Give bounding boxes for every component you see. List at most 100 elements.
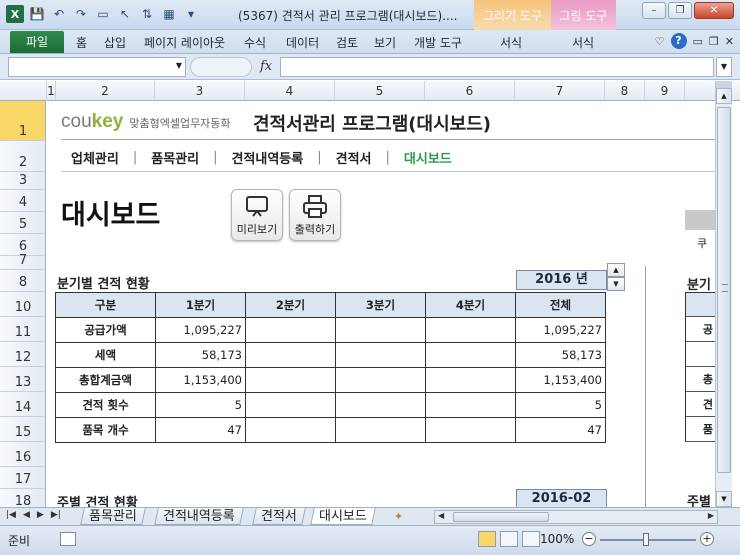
spin-up-icon[interactable]: ▲ xyxy=(607,263,625,277)
table-cell[interactable] xyxy=(245,342,336,368)
column-header-cell[interactable]: 8 xyxy=(605,81,645,101)
tab-formulas[interactable]: 수식 xyxy=(244,34,266,51)
sheet-tab-quote-entry[interactable]: 견적내역등록 xyxy=(154,508,244,525)
form-icon[interactable]: ▦ xyxy=(160,5,178,23)
select-all-corner[interactable] xyxy=(0,81,47,101)
zoom-in-icon[interactable]: + xyxy=(700,532,714,546)
table-cell[interactable]: 1,095,227 xyxy=(515,317,606,343)
table-cell[interactable]: 5 xyxy=(155,392,246,418)
tab-data[interactable]: 데이터 xyxy=(286,34,319,51)
column-header-cell[interactable]: 5 xyxy=(335,81,425,101)
page-break-view-button[interactable] xyxy=(522,531,540,547)
column-header-cell[interactable]: 6 xyxy=(425,81,515,101)
table-cell[interactable] xyxy=(245,417,336,443)
row-header-cell[interactable]: 18 xyxy=(0,489,45,507)
table-cell[interactable] xyxy=(335,317,426,343)
table-cell[interactable] xyxy=(425,342,516,368)
column-header-cell[interactable]: 4 xyxy=(245,81,335,101)
prev-sheet-icon[interactable]: ◀ xyxy=(23,510,30,520)
first-sheet-icon[interactable]: |◀ xyxy=(6,510,16,520)
row-header-cell[interactable]: 14 xyxy=(0,392,45,417)
table-cell[interactable]: 품목 개수 xyxy=(55,417,156,443)
sheet-tab-quote[interactable]: 견적서 xyxy=(252,508,306,525)
row-header-cell[interactable]: 7 xyxy=(0,253,45,270)
row-header-cell[interactable]: 3 xyxy=(0,172,45,190)
scroll-right-icon[interactable]: ▶ xyxy=(708,511,714,520)
name-box[interactable]: ▼ xyxy=(8,57,186,77)
nav-item-vendor[interactable]: 업체관리 xyxy=(71,148,119,167)
zoom-out-icon[interactable]: − xyxy=(582,532,596,546)
nav-item-quote[interactable]: 견적서 xyxy=(336,148,372,167)
table-cell[interactable] xyxy=(245,367,336,393)
formula-input[interactable] xyxy=(280,57,714,77)
column-header-cell[interactable]: 7 xyxy=(515,81,605,101)
table-cell[interactable] xyxy=(425,317,516,343)
row-header-cell[interactable]: 8 xyxy=(0,270,45,292)
horizontal-scrollbar[interactable]: ◀ ▶ xyxy=(434,510,718,524)
redo-icon[interactable]: ↷ xyxy=(72,5,90,23)
new-sheet-icon[interactable]: ✦ xyxy=(394,510,403,523)
scroll-left-icon[interactable]: ◀ xyxy=(438,511,444,520)
table-cell[interactable]: 세액 xyxy=(55,342,156,368)
column-header-cell[interactable]: 9 xyxy=(645,81,685,101)
nav-item-quote-entry[interactable]: 견적내역등록 xyxy=(231,148,303,167)
sort-icon[interactable]: ⇅ xyxy=(138,5,156,23)
zoom-slider-knob[interactable] xyxy=(643,533,649,546)
nav-item-dashboard[interactable]: 대시보드 xyxy=(404,148,452,167)
table-cell[interactable] xyxy=(335,417,426,443)
table-cell[interactable]: 58,173 xyxy=(515,342,606,368)
split-box[interactable] xyxy=(716,81,732,88)
excel-app-icon[interactable]: X xyxy=(6,5,24,23)
table-cell[interactable] xyxy=(335,342,426,368)
close-button[interactable]: ✕ xyxy=(694,2,734,19)
table-cell[interactable]: 1,153,400 xyxy=(155,367,246,393)
sheet-tab-dashboard[interactable]: 대시보드 xyxy=(310,508,376,525)
select-pointer-icon[interactable]: ↖ xyxy=(116,5,134,23)
tab-insert[interactable]: 삽입 xyxy=(104,34,126,51)
week-selector[interactable]: 2016-02 xyxy=(516,489,607,507)
row-header-cell[interactable]: 12 xyxy=(0,342,45,367)
vertical-scroll-thumb[interactable] xyxy=(717,107,731,473)
tab-view[interactable]: 보기 xyxy=(374,34,396,51)
tab-file[interactable]: 파일 xyxy=(10,31,64,53)
table-cell[interactable]: 5 xyxy=(515,392,606,418)
table-cell[interactable] xyxy=(335,392,426,418)
tab-review[interactable]: 검토 xyxy=(336,34,358,51)
vertical-scrollbar[interactable]: ▲ ▼ xyxy=(715,81,732,507)
table-cell[interactable]: 1,095,227 xyxy=(155,317,246,343)
preview-button[interactable]: 미리보기 xyxy=(231,189,283,241)
help-icon[interactable]: ? xyxy=(670,33,687,49)
column-header-cell[interactable]: 2 xyxy=(56,81,155,101)
tab-home[interactable]: 홈 xyxy=(76,34,87,51)
column-header-cell[interactable]: 3 xyxy=(155,81,245,101)
table-cell[interactable]: 58,173 xyxy=(155,342,246,368)
table-cell[interactable]: 1,153,400 xyxy=(515,367,606,393)
row-header-cell[interactable]: 10 xyxy=(0,292,45,317)
sheet-tab-items[interactable]: 품목관리 xyxy=(80,508,146,525)
save-icon[interactable]: 💾 xyxy=(28,5,46,23)
scroll-down-icon[interactable]: ▼ xyxy=(716,491,732,507)
table-cell[interactable]: 견적 횟수 xyxy=(55,392,156,418)
page-layout-view-button[interactable] xyxy=(500,531,518,547)
customize-qat-icon[interactable]: ▾ xyxy=(182,5,200,23)
row-header-cell[interactable]: 17 xyxy=(0,467,45,489)
table-cell[interactable] xyxy=(425,367,516,393)
worksheet-grid[interactable]: cou key 맞춤형엑셀업무자동화 견적서관리 프로그램(대시보드) 업체관리 … xyxy=(47,101,715,507)
row-header-cell[interactable]: 11 xyxy=(0,317,45,342)
table-cell[interactable] xyxy=(245,392,336,418)
row-header-cell[interactable]: 5 xyxy=(0,212,45,234)
row-header-cell[interactable]: 4 xyxy=(0,190,45,212)
row-header-cell[interactable]: 16 xyxy=(0,442,45,467)
scroll-up-icon[interactable]: ▲ xyxy=(716,88,732,104)
spin-down-icon[interactable]: ▼ xyxy=(607,277,625,291)
next-sheet-icon[interactable]: ▶ xyxy=(37,510,44,520)
tab-page-layout[interactable]: 페이지 레이아웃 xyxy=(144,34,225,51)
camera-icon[interactable]: ▭ xyxy=(94,5,112,23)
formula-cancel-enter[interactable] xyxy=(190,57,252,77)
restore-button[interactable]: ❐ xyxy=(668,2,692,19)
doc-close-icon[interactable]: ✕ xyxy=(725,35,734,48)
normal-view-button[interactable] xyxy=(478,531,496,547)
table-cell[interactable] xyxy=(425,417,516,443)
table-cell[interactable] xyxy=(245,317,336,343)
row-header-cell[interactable]: 13 xyxy=(0,367,45,392)
